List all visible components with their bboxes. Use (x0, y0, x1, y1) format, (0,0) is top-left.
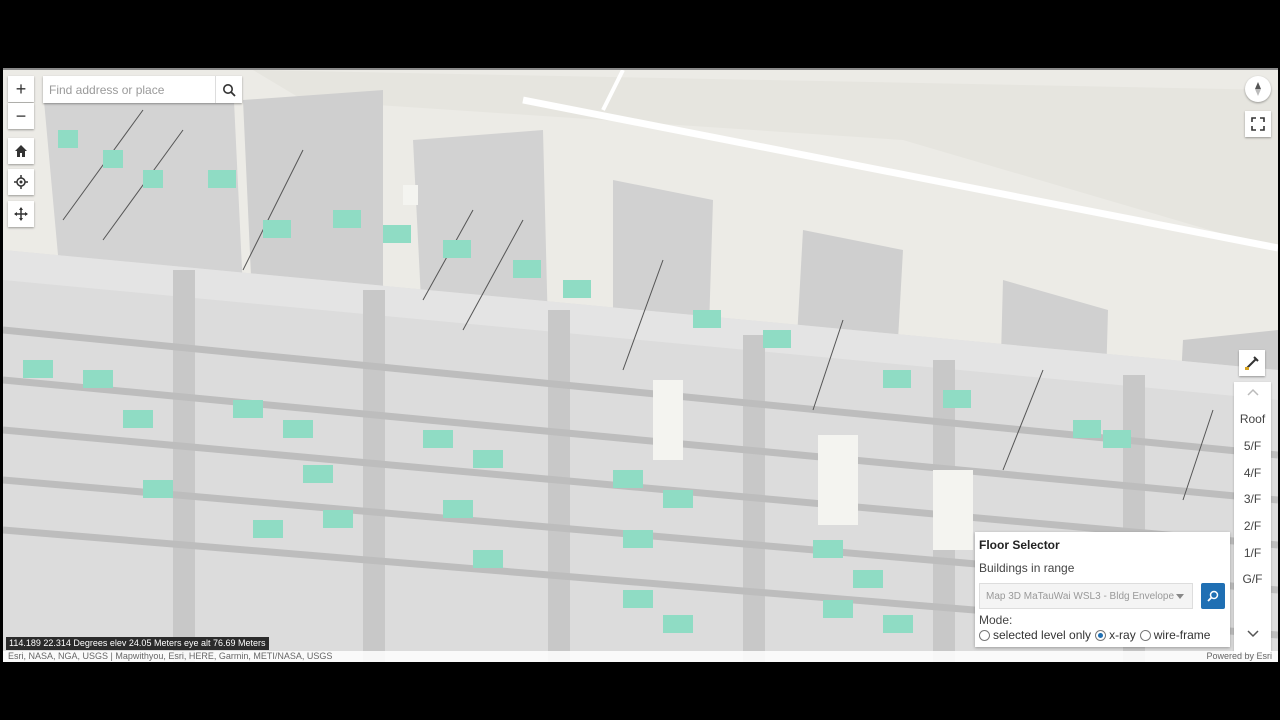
floor-list: Roof 5/F 4/F 3/F 2/F 1/F G/F (1234, 382, 1271, 654)
mode-option-label: wire-frame (1153, 628, 1211, 642)
mode-radio-wireframe[interactable]: wire-frame (1139, 628, 1211, 642)
search-icon (222, 83, 236, 97)
line-of-sight-icon (1245, 356, 1259, 370)
locate-icon (14, 175, 28, 189)
caret-down-icon (1176, 594, 1184, 599)
search-box[interactable] (43, 76, 242, 103)
powered-by-link[interactable]: Powered by Esri (1206, 651, 1272, 662)
panel-subtitle: Buildings in range (979, 561, 1075, 575)
zoom-to-layer-button[interactable] (1201, 583, 1225, 609)
chevron-up-icon (1246, 388, 1259, 396)
layer-select[interactable]: Map 3D MaTauWai WSL3 - Bldg Envelope (979, 583, 1193, 609)
attribution-bar: Esri, NASA, NGA, USGS | Mapwithyou, Esri… (3, 651, 1278, 662)
floor-item-4f[interactable]: 4/F (1234, 466, 1271, 480)
zoom-out-label: − (15, 106, 27, 126)
zoom-out-button[interactable]: − (8, 103, 34, 129)
pan-icon (14, 207, 28, 221)
zoom-in-label: + (15, 79, 27, 99)
home-icon (15, 145, 27, 157)
fullscreen-button[interactable] (1245, 111, 1271, 137)
search-button[interactable] (214, 76, 242, 103)
floor-item-2f[interactable]: 2/F (1234, 519, 1271, 533)
floor-item-gf[interactable]: G/F (1234, 572, 1271, 586)
floor-item-3f[interactable]: 3/F (1234, 492, 1271, 506)
floor-down-button[interactable] (1234, 628, 1271, 642)
fullscreen-icon (1251, 117, 1265, 131)
floor-item-1f[interactable]: 1/F (1234, 546, 1271, 560)
floor-up-button[interactable] (1234, 386, 1271, 400)
attribution-text: Esri, NASA, NGA, USGS | Mapwithyou, Esri… (8, 651, 333, 661)
floor-selector-panel: Floor Selector Buildings in range Map 3D… (975, 532, 1230, 647)
mode-option-label: x-ray (1109, 628, 1136, 642)
radio-circle-checked (1095, 629, 1107, 641)
coordinate-readout: 114.189 22.314 Degrees elev 24.05 Meters… (6, 637, 269, 650)
mode-label: Mode: (979, 613, 1013, 627)
line-of-sight-button[interactable] (1239, 350, 1265, 376)
search-input[interactable] (43, 76, 215, 103)
compass-button[interactable] (1245, 76, 1271, 102)
chevron-down-icon (1246, 630, 1259, 638)
panel-title: Floor Selector (979, 538, 1060, 552)
mode-radio-group: selected level only x-ray wire-frame (979, 628, 1214, 642)
floor-item-5f[interactable]: 5/F (1234, 439, 1271, 453)
mode-option-label: selected level only (993, 628, 1092, 642)
pan-button[interactable] (8, 201, 34, 227)
compass-icon (1255, 82, 1261, 96)
locate-button[interactable] (8, 169, 34, 195)
zoom-in-button[interactable]: + (8, 76, 34, 102)
radio-circle (979, 629, 990, 641)
home-button[interactable] (8, 138, 34, 164)
radio-circle (1139, 629, 1151, 641)
magnify-icon (1207, 590, 1219, 602)
floor-item-roof[interactable]: Roof (1234, 412, 1271, 426)
mode-radio-xray[interactable]: x-ray (1095, 628, 1136, 642)
map-view[interactable]: + − Roof 5/F 4/F 3/F 2/F 1/F G/F (3, 68, 1278, 662)
layer-select-value: Map 3D MaTauWai WSL3 - Bldg Envelope (986, 591, 1175, 602)
mode-radio-selected-level[interactable]: selected level only (979, 628, 1091, 642)
